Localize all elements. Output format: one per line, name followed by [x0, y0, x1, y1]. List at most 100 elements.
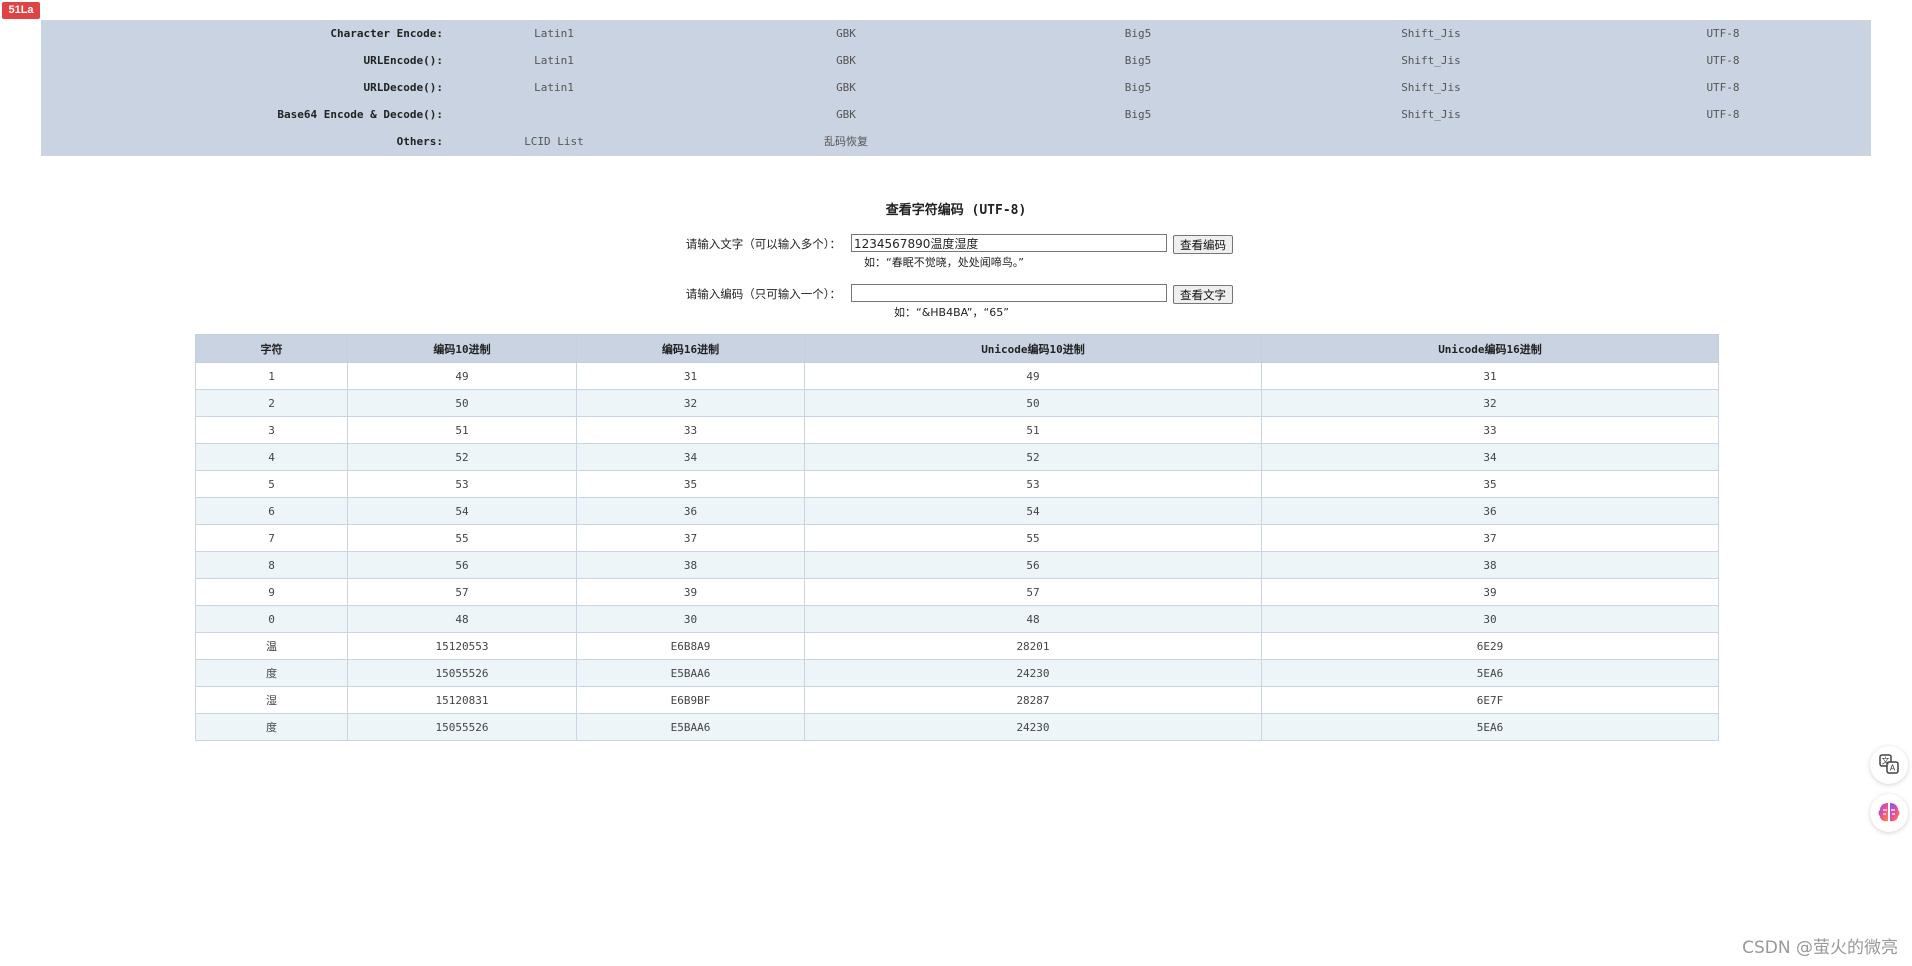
- nav-link[interactable]: Latin1: [484, 74, 624, 101]
- table-cell: 28287: [804, 686, 1262, 714]
- table-row: 6 54 36 54 36: [195, 497, 1719, 525]
- csdn-watermark: CSDN @萤火的微亮: [1742, 938, 1898, 958]
- table-cell: 34: [1261, 443, 1719, 471]
- ai-brain-icon: [1876, 799, 1902, 828]
- nav-row-urlencode: URLEncode(): Latin1 GBK Big5 Shift_Jis U…: [41, 47, 1871, 74]
- nav-row-urldecode: URLDecode(): Latin1 GBK Big5 Shift_Jis U…: [41, 74, 1871, 101]
- table-row: 0 48 30 48 30: [195, 605, 1719, 633]
- nav-link[interactable]: Shift_Jis: [1361, 74, 1501, 101]
- nav-link[interactable]: UTF-8: [1653, 74, 1793, 101]
- table-cell: 度: [195, 659, 348, 687]
- table-cell: 50: [804, 389, 1262, 417]
- nav-link[interactable]: Big5: [1068, 47, 1208, 74]
- table-cell: E6B9BF: [576, 686, 805, 714]
- text-input-hint: 如：“春眠不觉晓，处处闻啼鸟。”: [864, 256, 1024, 269]
- nav-link[interactable]: Shift_Jis: [1361, 20, 1501, 47]
- table-row: 5 53 35 53 35: [195, 470, 1719, 498]
- table-cell: 54: [804, 497, 1262, 525]
- table-cell: 15055526: [347, 713, 577, 741]
- table-cell: 33: [1261, 416, 1719, 444]
- text-to-code-form: 请输入文字（可以输入多个）： 查看编码: [0, 232, 1912, 256]
- nav-link[interactable]: GBK: [776, 101, 916, 128]
- nav-row-character-encode: Character Encode: Latin1 GBK Big5 Shift_…: [41, 20, 1871, 47]
- table-cell: E5BAA6: [576, 713, 805, 741]
- table-row: 度 15055526 E5BAA6 24230 5EA6: [195, 713, 1719, 741]
- view-text-button[interactable]: 查看文字: [1173, 285, 1233, 304]
- table-cell: 34: [576, 443, 805, 471]
- table-cell: 15120831: [347, 686, 577, 714]
- page-title: 查看字符编码 (UTF-8): [885, 203, 1027, 218]
- table-cell: 49: [804, 362, 1262, 390]
- nav-link[interactable]: Shift_Jis: [1361, 47, 1501, 74]
- table-row: 2 50 32 50 32: [195, 389, 1719, 417]
- nav-link-lcid-list[interactable]: LCID List: [484, 128, 624, 155]
- table-row: 7 55 37 55 37: [195, 524, 1719, 552]
- table-cell: 3: [195, 416, 348, 444]
- table-cell: 53: [347, 470, 577, 498]
- table-cell: 30: [1261, 605, 1719, 633]
- encoding-nav: Character Encode: Latin1 GBK Big5 Shift_…: [41, 20, 1871, 156]
- nav-link[interactable]: UTF-8: [1653, 101, 1793, 128]
- nav-link[interactable]: Latin1: [484, 20, 624, 47]
- table-cell: 51: [347, 416, 577, 444]
- table-row: 温 15120553 E6B8A9 28201 6E29: [195, 632, 1719, 660]
- table-cell: 5: [195, 470, 348, 498]
- table-cell: 24230: [804, 659, 1262, 687]
- table-cell: 30: [576, 605, 805, 633]
- site-stats-badge[interactable]: 51La: [2, 2, 40, 19]
- table-cell: 1: [195, 362, 348, 390]
- svg-text:文: 文: [1882, 755, 1890, 765]
- table-cell: 15055526: [347, 659, 577, 687]
- nav-link[interactable]: GBK: [776, 20, 916, 47]
- code-input-hint: 如：“&HB4BA”，“65”: [894, 306, 1009, 319]
- table-cell: 6: [195, 497, 348, 525]
- table-cell: E5BAA6: [576, 659, 805, 687]
- table-row: 度 15055526 E5BAA6 24230 5EA6: [195, 659, 1719, 687]
- table-cell: 28201: [804, 632, 1262, 660]
- table-cell: 4: [195, 443, 348, 471]
- nav-link-garble-recovery[interactable]: 乱码恢复: [776, 128, 916, 155]
- table-row: 3 51 33 51 33: [195, 416, 1719, 444]
- nav-row-label: URLDecode():: [363, 81, 443, 94]
- nav-link[interactable]: Shift_Jis: [1361, 101, 1501, 128]
- table-cell: 8: [195, 551, 348, 579]
- table-cell: 49: [347, 362, 577, 390]
- code-to-text-form: 请输入编码（只可输入一个）： 查看文字: [0, 282, 1912, 306]
- nav-link[interactable]: GBK: [776, 47, 916, 74]
- table-cell: 51: [804, 416, 1262, 444]
- table-cell: 2: [195, 389, 348, 417]
- text-input[interactable]: [851, 234, 1167, 252]
- nav-link[interactable]: GBK: [776, 74, 916, 101]
- code-input-label: 请输入编码（只可输入一个）：: [685, 287, 841, 301]
- table-cell: 湿: [195, 686, 348, 714]
- table-row: 湿 15120831 E6B9BF 28287 6E7F: [195, 686, 1719, 714]
- table-cell: 32: [1261, 389, 1719, 417]
- table-cell: 52: [347, 443, 577, 471]
- code-input[interactable]: [851, 284, 1167, 302]
- table-cell: 50: [347, 389, 577, 417]
- view-code-button[interactable]: 查看编码: [1173, 235, 1233, 254]
- table-cell: 57: [804, 578, 1262, 606]
- table-row: 4 52 34 52 34: [195, 443, 1719, 471]
- nav-link[interactable]: UTF-8: [1653, 47, 1793, 74]
- nav-link[interactable]: Big5: [1068, 20, 1208, 47]
- translate-button[interactable]: 文 A: [1870, 746, 1908, 784]
- table-cell: 55: [804, 524, 1262, 552]
- table-cell: 56: [804, 551, 1262, 579]
- table-row: 9 57 39 57 39: [195, 578, 1719, 606]
- table-cell: 33: [576, 416, 805, 444]
- nav-link[interactable]: UTF-8: [1653, 20, 1793, 47]
- table-cell: 54: [347, 497, 577, 525]
- text-input-label: 请输入文字（可以输入多个）：: [685, 237, 841, 251]
- table-cell: 0: [195, 605, 348, 633]
- table-cell: 15120553: [347, 632, 577, 660]
- column-header: 字符: [195, 334, 348, 363]
- encoding-result-table: 字符 编码10进制 编码16进制 Unicode编码10进制 Unicode编码…: [195, 334, 1719, 741]
- nav-link[interactable]: Big5: [1068, 74, 1208, 101]
- nav-link[interactable]: Latin1: [484, 47, 624, 74]
- table-cell: 39: [1261, 578, 1719, 606]
- nav-row-base64: Base64 Encode & Decode(): GBK Big5 Shift…: [41, 101, 1871, 128]
- nav-row-label: Base64 Encode & Decode():: [277, 108, 443, 121]
- nav-link[interactable]: Big5: [1068, 101, 1208, 128]
- ai-assistant-button[interactable]: [1870, 794, 1908, 832]
